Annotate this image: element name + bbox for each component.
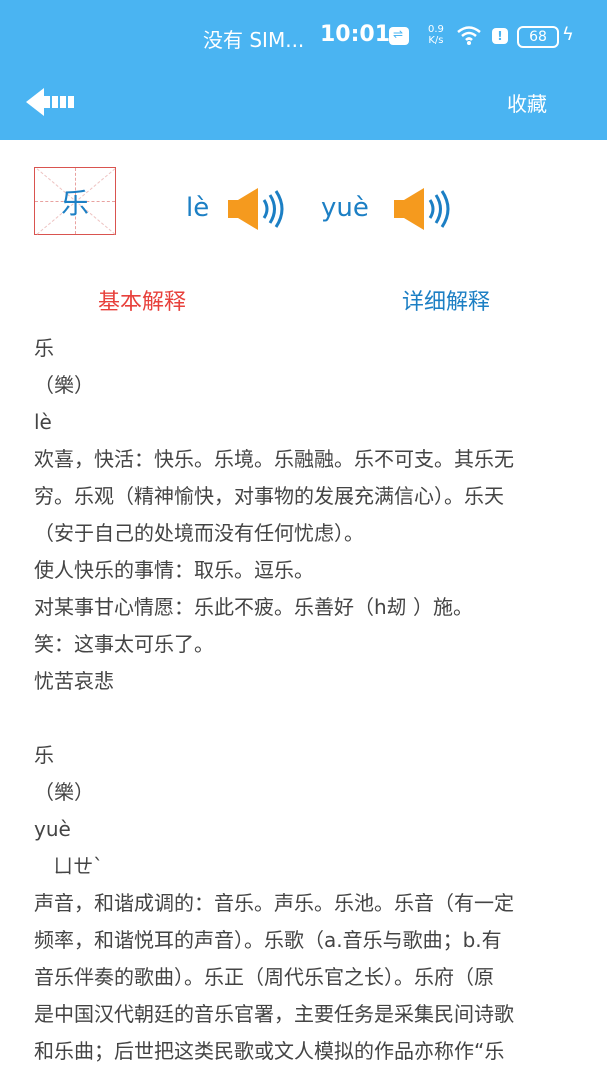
definition-line: lè xyxy=(34,410,52,434)
pinyin-reading-1: lè xyxy=(186,193,210,223)
back-button[interactable] xyxy=(26,86,82,118)
charging-bolt-icon: ϟ xyxy=(562,24,574,45)
alert-icon: ! xyxy=(492,28,508,44)
carrier-text: 没有 SIM... xyxy=(203,28,305,52)
back-arrow-icon xyxy=(26,88,74,116)
definition-line: 是中国汉代朝廷的音乐官署，主要任务是采集民间诗歌 xyxy=(34,1002,514,1026)
definition-line: 乐 xyxy=(34,743,54,767)
definition-line: （安于自己的处境而没有任何忧虑）。 xyxy=(34,521,364,545)
clock: 10:01 xyxy=(320,22,391,47)
definition-line: （樂） xyxy=(34,780,94,804)
definition-line: 乐 xyxy=(34,336,54,360)
speed-unit: K/s xyxy=(428,35,444,46)
definition-line: 使人快乐的事情：取乐。逗乐。 xyxy=(34,558,314,582)
favorite-button[interactable]: 收藏 xyxy=(507,88,547,117)
status-bar: 没有 SIM... 10:01 0.9 K/s ! 68 ϟ xyxy=(0,0,607,72)
definition-line: ㄩㄝˋ xyxy=(34,854,104,878)
definition-line: 音乐伴奏的歌曲）。乐正（周代乐官之长）。乐府（原 xyxy=(34,965,494,989)
character-glyph: 乐 xyxy=(60,187,89,220)
speaker-icon[interactable] xyxy=(226,186,288,232)
definition-text: 乐 （樂） lè 欢喜，快活：快乐。乐境。乐融融。乐不可支。其乐无 穷。乐观（精… xyxy=(34,330,604,1070)
definition-line: 穷。乐观（精神愉快，对事物的发展充满信心）。乐天 xyxy=(34,484,504,508)
speed-value: 0.9 xyxy=(428,24,444,35)
top-app-bar: 没有 SIM... 10:01 0.9 K/s ! 68 ϟ 收藏 xyxy=(0,0,607,140)
network-speed: 0.9 K/s xyxy=(428,24,444,46)
definition-line: 频率，和谐悦耳的声音）。乐歌（a.音乐与歌曲；b.有 xyxy=(34,928,502,952)
definition-line: 对某事甘心情愿：乐此不疲。乐善好（h刼 ）施。 xyxy=(34,595,474,619)
definition-line: 欢喜，快活：快乐。乐境。乐融融。乐不可支。其乐无 xyxy=(34,447,514,471)
battery-icon: 68 xyxy=(517,26,559,48)
definition-line: 笑：这事太可乐了。 xyxy=(34,632,214,656)
definition-line: 声音，和谐成调的：音乐。声乐。乐池。乐音（有一定 xyxy=(34,891,514,915)
usb-icon xyxy=(389,27,409,45)
tab-basic-explanation[interactable]: 基本解释 xyxy=(98,284,186,316)
wifi-icon xyxy=(456,24,482,52)
character-grid-box: 乐 xyxy=(34,167,116,235)
tab-detailed-explanation[interactable]: 详细解释 xyxy=(402,284,490,316)
pinyin-reading-2: yuè xyxy=(321,193,369,223)
speaker-icon[interactable] xyxy=(392,186,454,232)
definition-line: yuè xyxy=(34,817,71,841)
definition-spacer xyxy=(34,700,604,737)
battery-level: 68 xyxy=(529,29,547,45)
definition-line: （樂） xyxy=(34,373,94,397)
definition-line: 忧苦哀悲 xyxy=(34,669,114,693)
definition-line: 和乐曲；后世把这类民歌或文人模拟的作品亦称作“乐 xyxy=(34,1039,505,1063)
